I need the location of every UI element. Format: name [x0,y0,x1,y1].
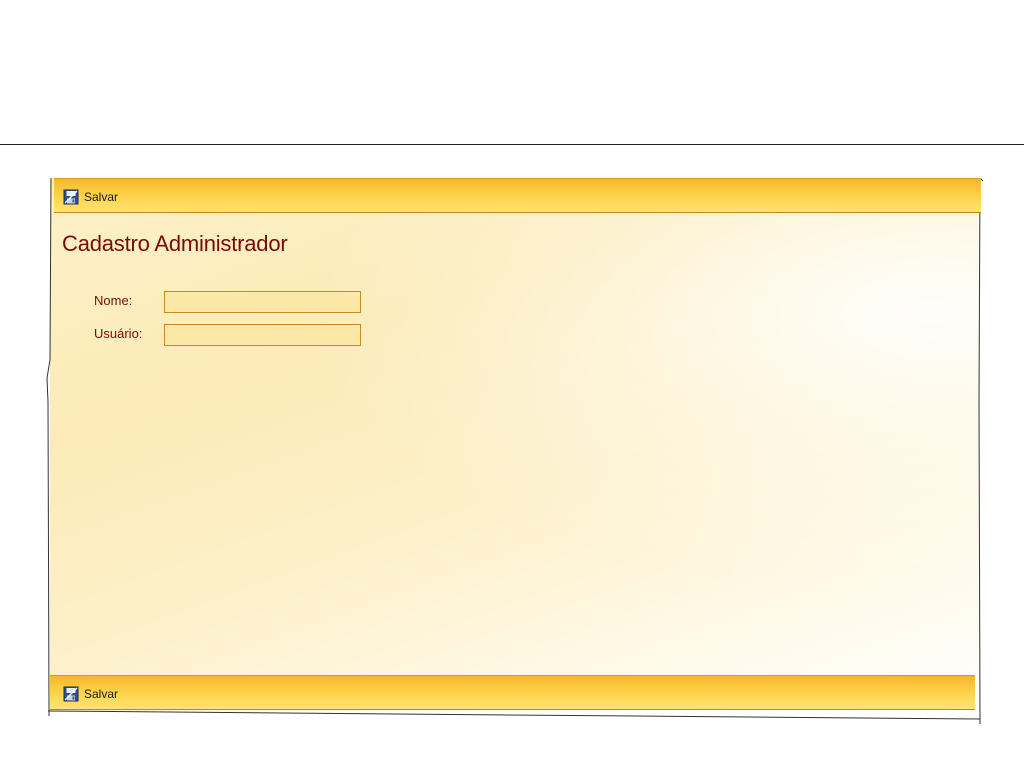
bottom-toolbar: Salvar [50,675,975,710]
form-panel [50,178,980,711]
save-disk-icon [63,686,79,702]
usuario-input[interactable] [164,324,361,346]
save-button-bottom[interactable]: Salvar [63,685,118,703]
header-divider [0,144,1024,145]
nome-label: Nome: [94,293,133,308]
save-disk-icon [63,189,79,205]
usuario-label: Usuário: [94,326,143,341]
top-toolbar: Salvar [54,178,981,213]
page-title: Cadastro Administrador [62,231,288,256]
save-button-label: Salvar [84,190,119,204]
nome-input[interactable] [164,291,361,313]
save-button-top[interactable]: Salvar [63,188,118,206]
save-button-label: Salvar [84,687,119,701]
panel-highlight [50,178,980,711]
